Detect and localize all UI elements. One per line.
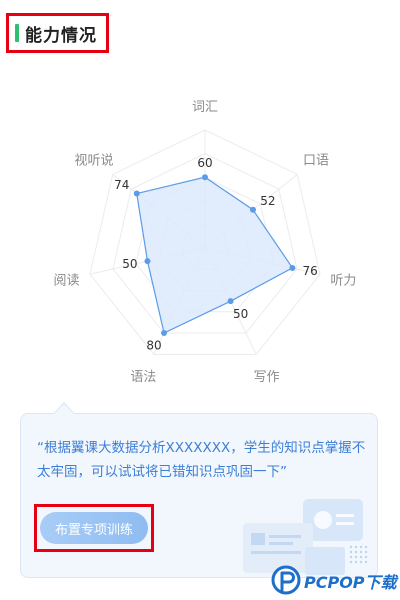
assign-special-training-button[interactable]: 布置专项训练 (40, 512, 148, 544)
radar-data-point (144, 258, 151, 265)
radar-data-point (227, 298, 234, 305)
card-pointer-fill (54, 404, 74, 414)
radar-value-label: 50 (233, 307, 248, 321)
radar-value-label: 60 (197, 156, 212, 170)
radar-axis-label: 写作 (254, 370, 280, 385)
radar-value-label: 76 (302, 264, 317, 278)
section-header: 能力情况 (6, 13, 109, 53)
watermark-logo-text: PCPOP下载 (304, 573, 397, 592)
radar-axis-label: 口语 (303, 153, 329, 168)
radar-axis-label: 阅读 (54, 274, 80, 289)
ability-panel: 能力情况 60 52 76 50 80 50 74 词汇口语听力写作 语法 阅读 视听说 “根据翼课… (0, 0, 400, 600)
section-title: 能力情况 (25, 25, 97, 46)
radar-data-point (161, 330, 168, 337)
radar-axis-label: 词汇 (192, 100, 218, 115)
section-accent-bar (15, 24, 19, 42)
radar-value-label: 52 (260, 194, 275, 208)
radar-value-label: 50 (122, 257, 137, 271)
feedback-text: “根据翼课大数据分析XXXXXXX，学生的知识点掌握不太牢固，可以试试将已错知识… (37, 440, 366, 480)
radar-axis-label: 听力 (330, 274, 356, 289)
radar-axis-label: 视听说 (74, 153, 113, 168)
radar-value-label: 74 (114, 178, 129, 192)
radar-axis-label: 语法 (130, 370, 156, 385)
ability-radar-chart: 60 52 76 50 80 50 74 词汇口语听力写作 语法 阅读 视听说 (54, 100, 357, 385)
radar-data-point (202, 174, 208, 181)
radar-data-point (133, 190, 140, 197)
pcpop-logo-icon (271, 565, 301, 595)
radar-value-label: 80 (146, 339, 161, 353)
watermark: PCPOP下载 (270, 560, 400, 600)
radar-data-point (289, 264, 296, 271)
radar-data-point (249, 206, 256, 213)
